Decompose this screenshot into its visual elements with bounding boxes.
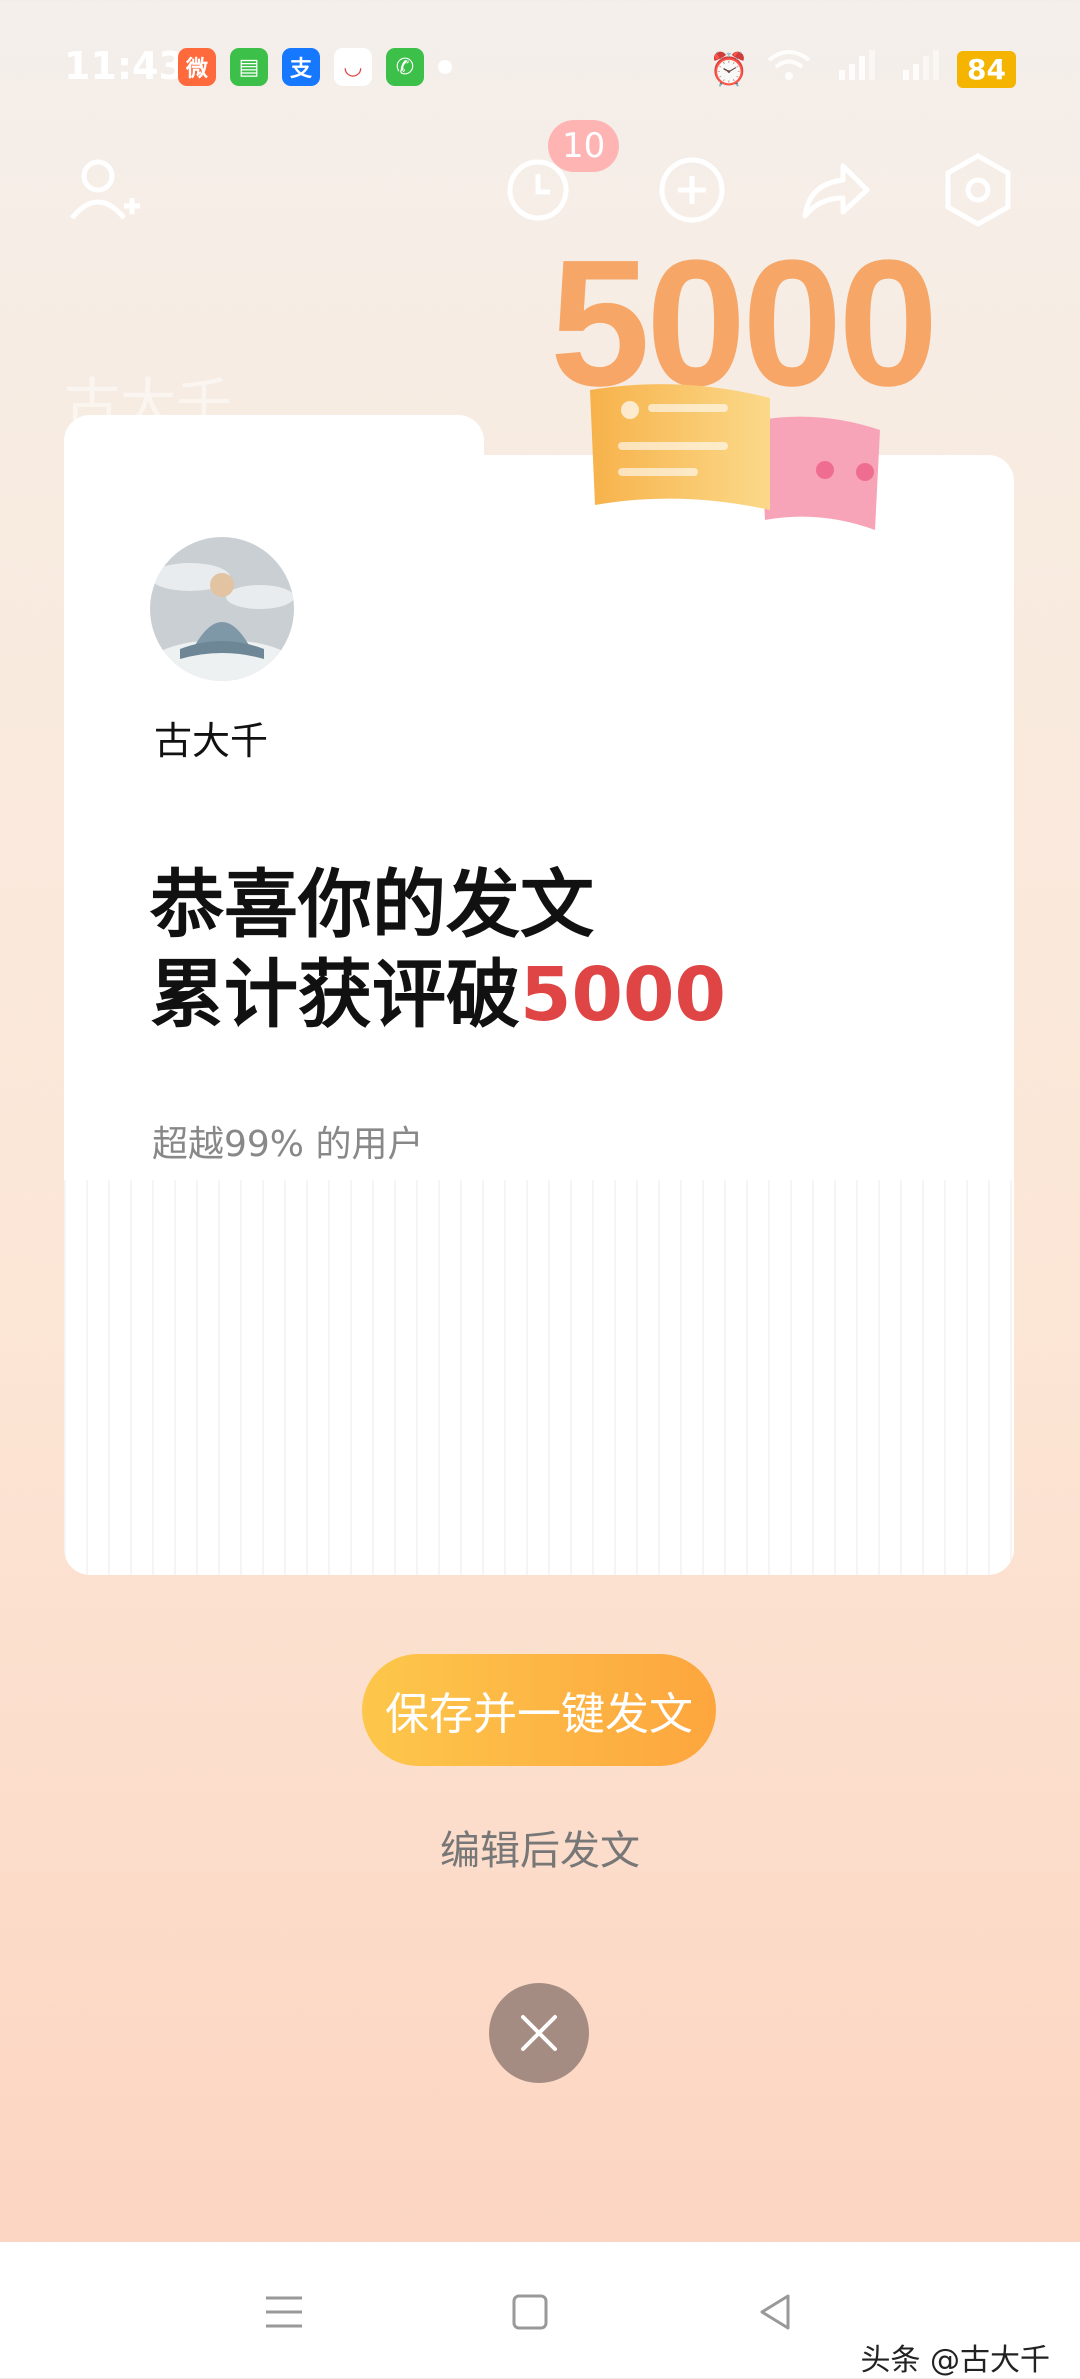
battery-indicator: 84	[957, 50, 1016, 88]
status-time: 11:43	[64, 44, 185, 88]
settings-icon[interactable]	[938, 150, 1018, 230]
add-friend-icon[interactable]	[64, 150, 144, 230]
status-bar: 11:43 微 ▤ 支 ◡ ✆ ⏰ 84	[0, 0, 1080, 140]
phone-icon: ✆	[386, 48, 424, 86]
username: 古大千	[154, 719, 269, 763]
avatar	[150, 537, 294, 681]
wechat-icon: 微	[178, 48, 216, 86]
back-icon[interactable]	[746, 2282, 806, 2342]
alipay-icon: 支	[282, 48, 320, 86]
close-icon	[521, 2015, 557, 2051]
add-icon[interactable]	[652, 150, 732, 230]
ribbon-decoration	[590, 384, 880, 530]
wifi-icon	[767, 48, 811, 90]
more-notifications-dot	[438, 60, 452, 74]
edit-then-post-link[interactable]: 编辑后发文	[0, 1818, 1080, 1876]
save-and-post-button[interactable]: 保存并一键发文	[362, 1654, 716, 1766]
notification-app-icons: 微 ▤ 支 ◡ ✆	[178, 48, 452, 86]
percentile-text: 超越99% 的用户	[152, 1124, 424, 1165]
share-icon[interactable]	[795, 150, 875, 230]
signal-5g-icon-2	[893, 48, 940, 90]
home-icon[interactable]	[500, 2282, 560, 2342]
cup-app-icon: ◡	[334, 48, 372, 86]
headline-line-2: 累计获评破5000	[150, 950, 726, 1040]
card-decor-stripes	[64, 1180, 1014, 1575]
signal-5g-icon-1	[829, 48, 876, 90]
messages-icon: ▤	[230, 48, 268, 86]
alarm-icon: ⏰	[709, 50, 750, 88]
headline-number: 5000	[520, 952, 726, 1038]
headline-line-1: 恭喜你的发文	[150, 862, 594, 948]
achievement-headline: 恭喜你的发文 累计获评破5000	[150, 860, 726, 1040]
watermark: 头条 @古大千	[860, 2343, 1050, 2378]
menu-icon[interactable]	[254, 2282, 314, 2342]
headline-line-2-text: 累计获评破	[150, 952, 520, 1038]
status-indicators: ⏰ 84	[709, 48, 1016, 90]
close-button[interactable]	[489, 1983, 589, 2083]
notification-count-badge: 10	[548, 120, 620, 172]
